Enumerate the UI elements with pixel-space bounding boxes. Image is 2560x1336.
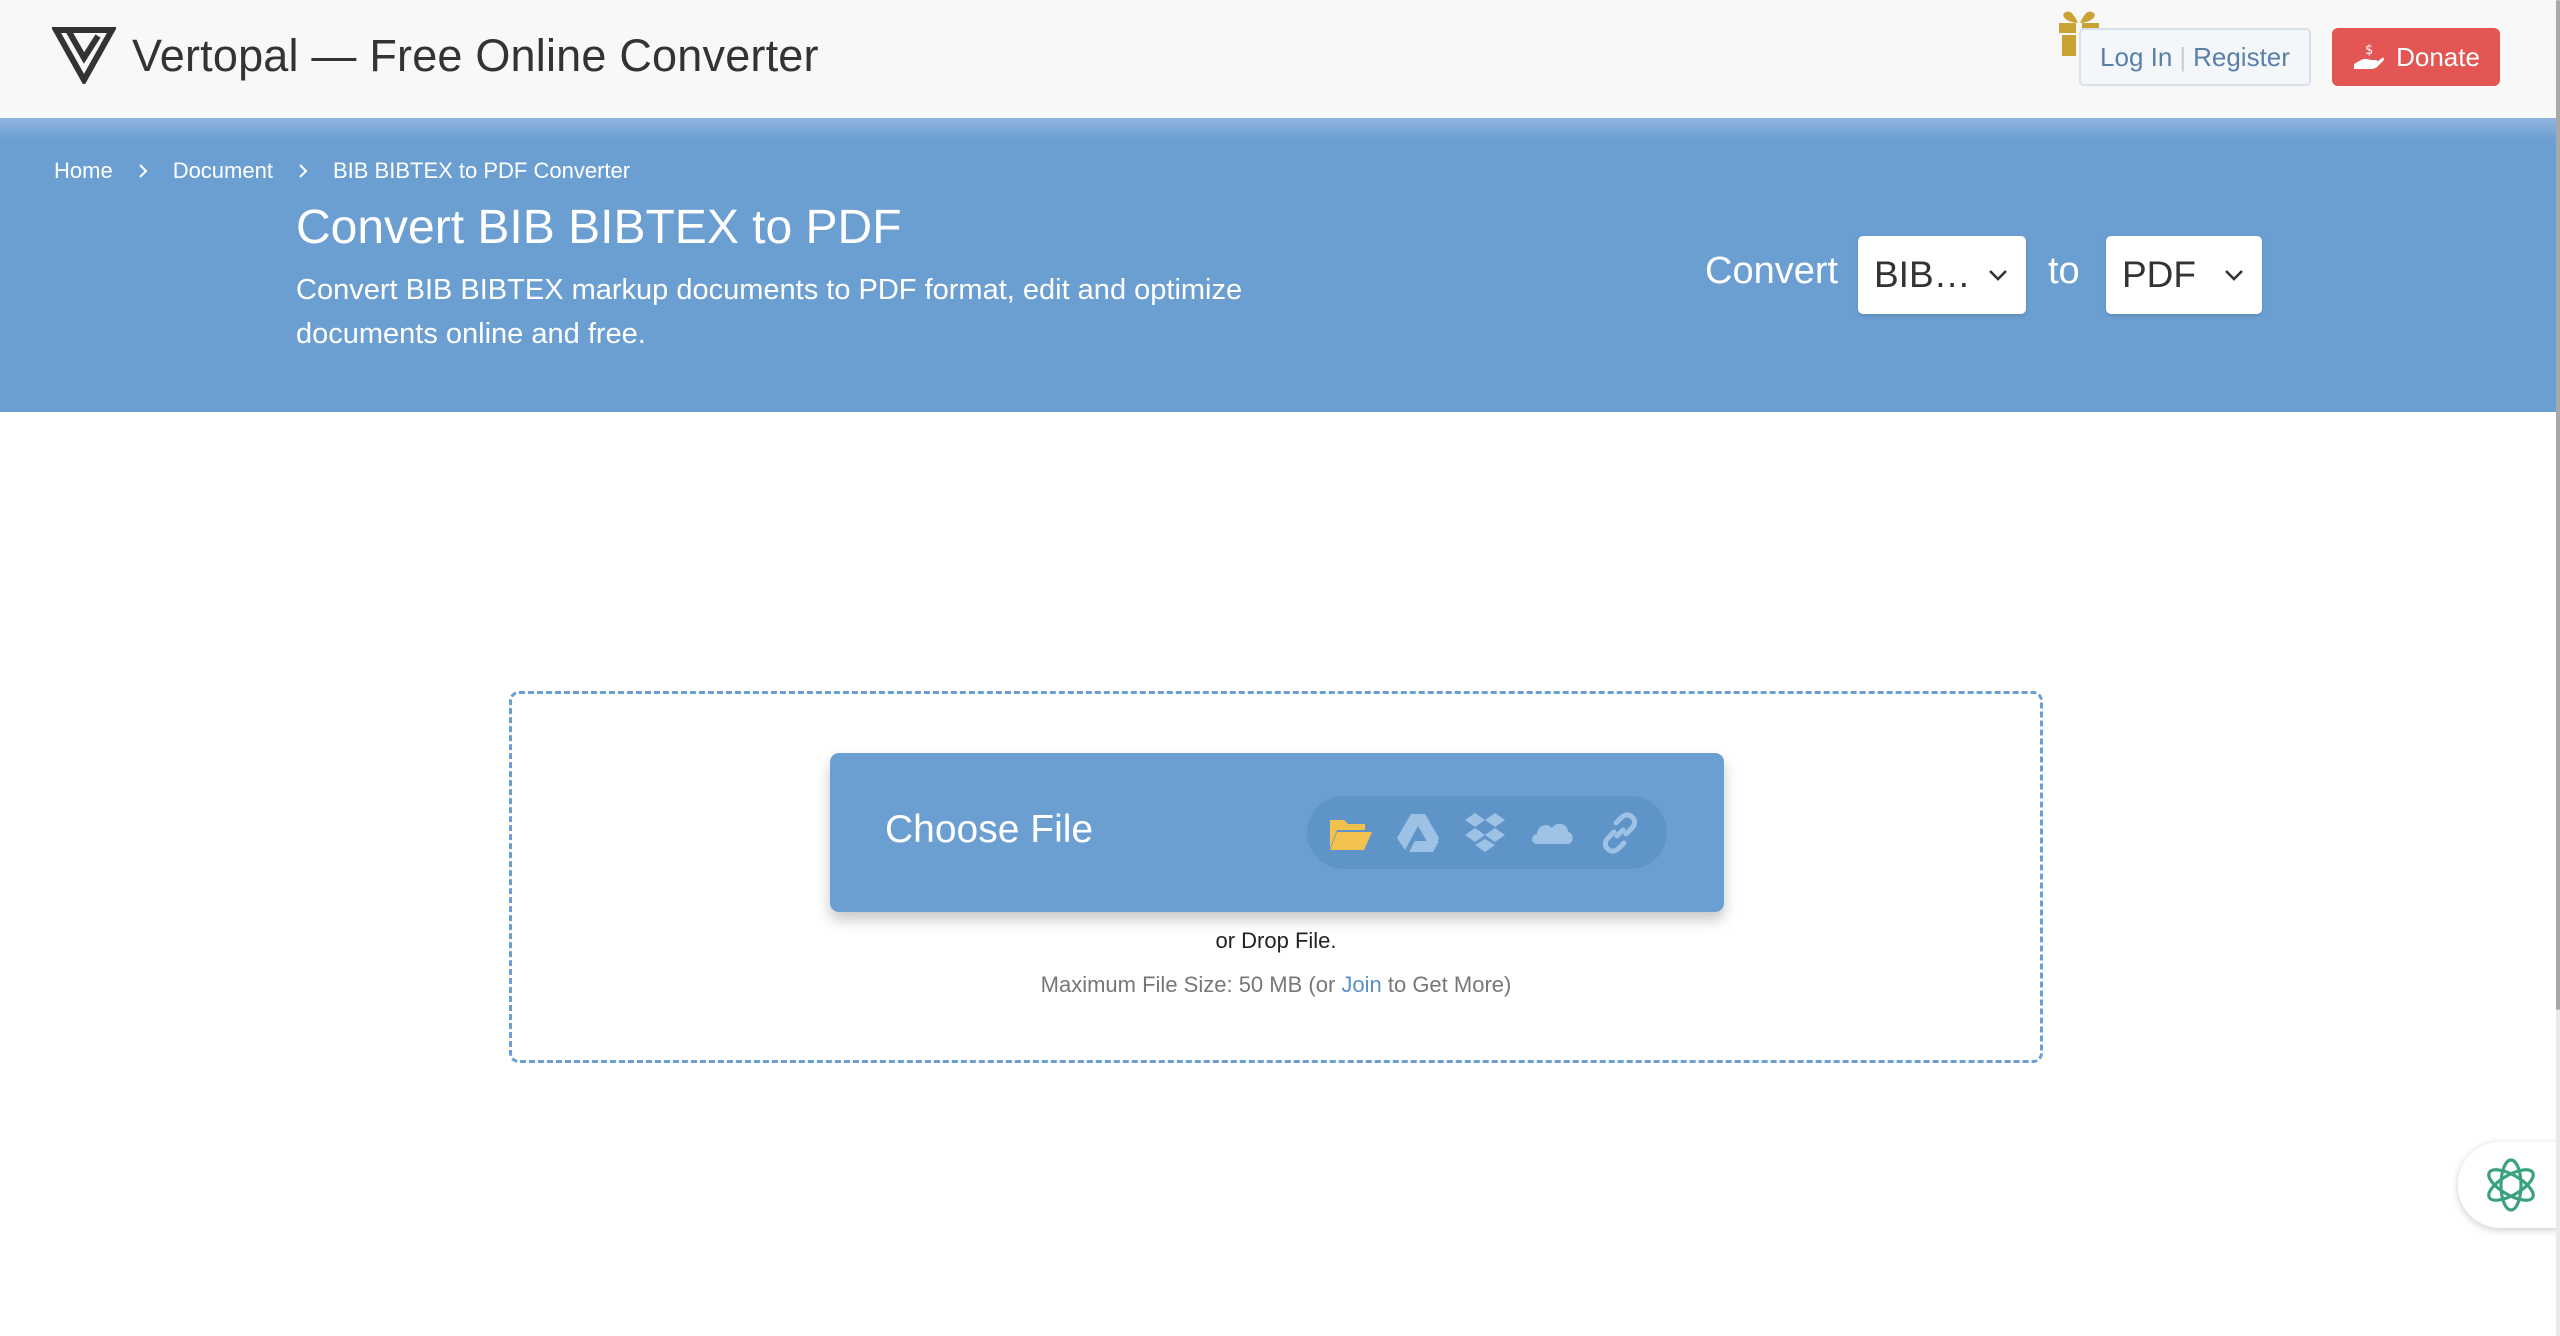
breadcrumb-home[interactable]: Home (54, 158, 113, 184)
donate-hand-icon: $ (2354, 43, 2385, 69)
from-format-select[interactable]: BIB… (1858, 236, 2026, 314)
vertopal-logo-icon[interactable] (52, 26, 116, 84)
register-link[interactable]: Register (2193, 42, 2290, 73)
page-scrollbar[interactable] (2556, 0, 2560, 1336)
chevron-right-icon (138, 164, 148, 178)
auth-separator: | (2179, 41, 2187, 72)
chevron-right-icon (299, 164, 308, 178)
page-title: Convert BIB BIBTEX to PDF (296, 201, 902, 254)
dropbox-icon[interactable] (1462, 810, 1508, 856)
page-description: Convert BIB BIBTEX markup documents to P… (296, 274, 1243, 350)
scrollbar-thumb[interactable] (2556, 0, 2560, 1010)
to-format-value: PDF (2122, 254, 2196, 295)
choose-file-button[interactable]: Choose File (830, 753, 1724, 912)
link-icon[interactable] (1597, 810, 1643, 856)
choose-file-label: Choose File (885, 808, 1094, 851)
upload-sources (1307, 796, 1667, 869)
top-navbar: Vertopal — Free Online Converter Log In … (0, 0, 2556, 118)
auth-links: Log In | Register (2079, 28, 2311, 86)
to-label: to (2048, 250, 2080, 292)
ai-assistant-icon (2487, 1158, 2535, 1212)
google-drive-icon[interactable] (1395, 810, 1441, 856)
donate-label: Donate (2396, 41, 2480, 72)
folder-icon[interactable] (1327, 810, 1373, 856)
ai-assistant-button[interactable] (2458, 1142, 2560, 1228)
to-format-select[interactable]: PDF (2106, 236, 2262, 314)
max-size-prefix: Maximum File Size: 50 MB (or (1040, 972, 1342, 997)
join-link[interactable]: Join (1341, 972, 1381, 997)
donate-button[interactable]: $ Donate (2332, 28, 2500, 86)
login-link[interactable]: Log In (2100, 42, 2172, 73)
breadcrumb: Home Document BIB BIBTEX to PDF Converte… (54, 158, 630, 184)
max-file-size: Maximum File Size: 50 MB (or Join to Get… (0, 972, 2552, 998)
onedrive-icon[interactable] (1529, 810, 1575, 856)
hero-banner: Home Document BIB BIBTEX to PDF Converte… (0, 118, 2556, 412)
convert-label: Convert (1705, 250, 1839, 292)
max-size-suffix: to Get More) (1381, 972, 1512, 997)
breadcrumb-current[interactable]: BIB BIBTEX to PDF Converter (333, 158, 630, 184)
breadcrumb-document[interactable]: Document (173, 158, 273, 184)
svg-text:$: $ (2365, 43, 2373, 58)
drop-file-hint: or Drop File. (1215, 928, 1337, 953)
chevron-down-icon (2225, 270, 2243, 281)
chevron-down-icon (1989, 270, 2007, 281)
site-title[interactable]: Vertopal — Free Online Converter (132, 30, 819, 82)
from-format-value: BIB… (1874, 254, 1971, 295)
